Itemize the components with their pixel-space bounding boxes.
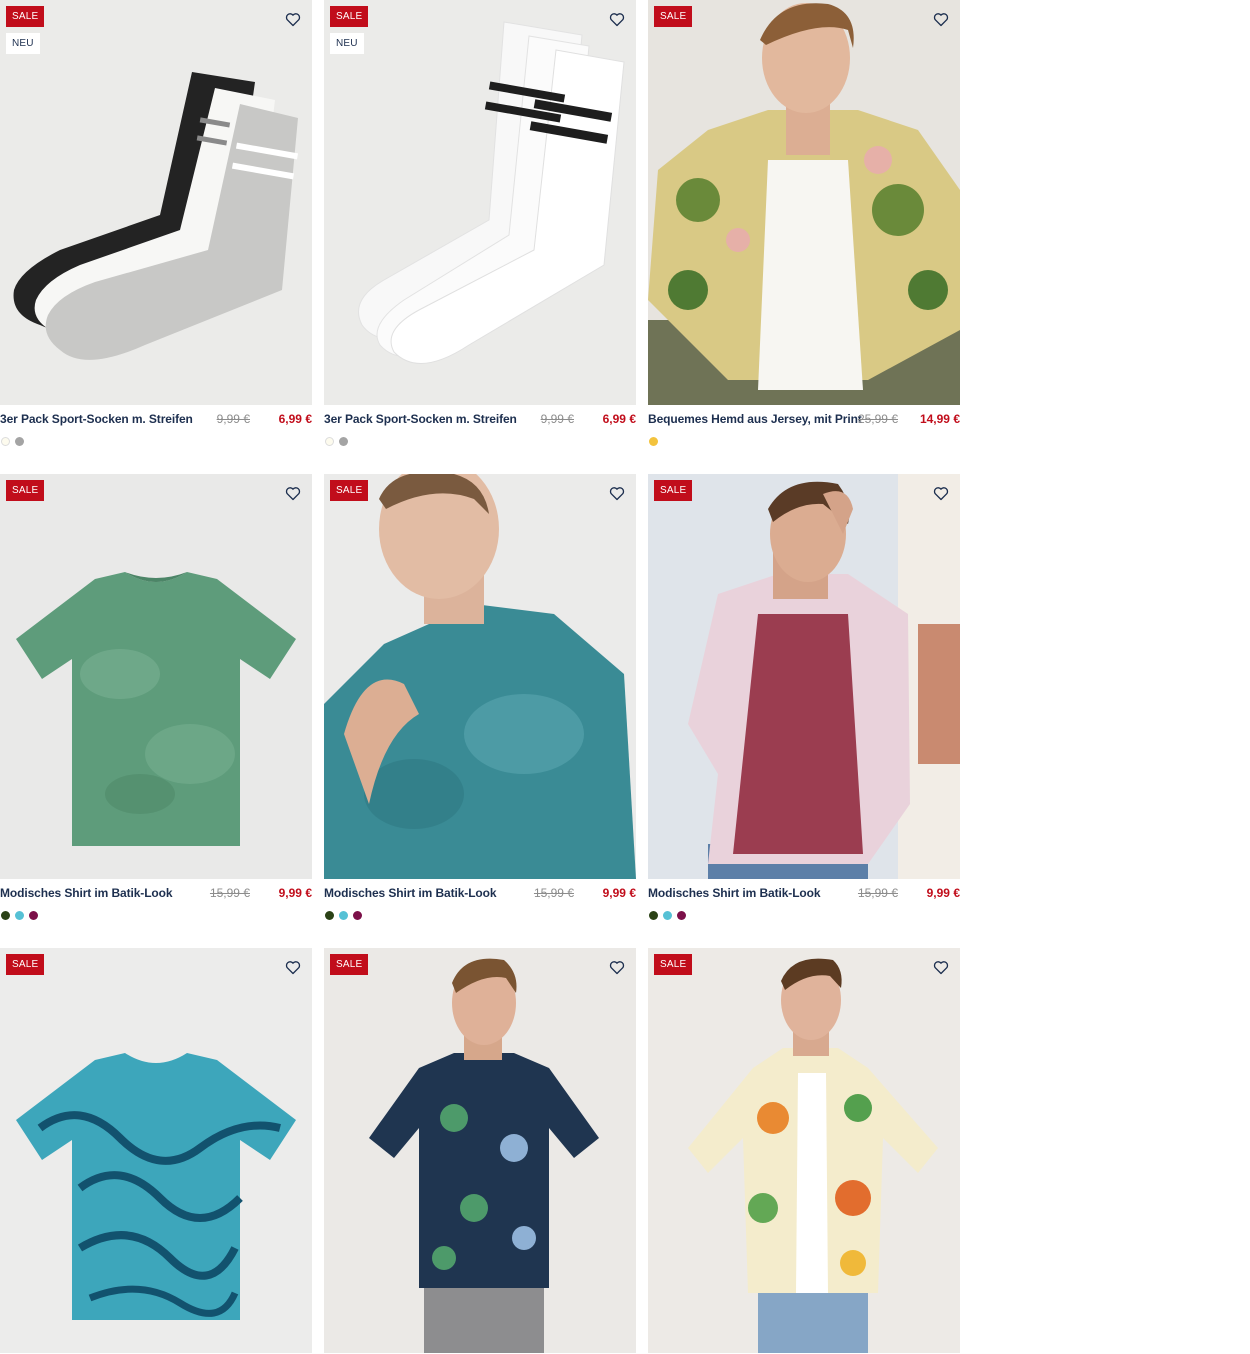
sale-badge: SALE [6, 6, 45, 27]
wishlist-heart-icon[interactable] [930, 956, 952, 978]
product-photo-model [648, 474, 960, 879]
product-card[interactable]: SALE [324, 948, 636, 1354]
product-photo-model [324, 948, 636, 1353]
old-price: 15,99 € [209, 886, 250, 900]
color-swatch[interactable] [1, 437, 10, 446]
wishlist-heart-icon[interactable] [282, 956, 304, 978]
product-title[interactable]: Bequemes Hemd aus Jersey, mit Print [648, 412, 862, 426]
product-card[interactable]: SALE [0, 948, 312, 1354]
wishlist-heart-icon[interactable] [606, 956, 628, 978]
product-grid: SALE NEU 3er Pack Sport-Socken m. Streif… [0, 0, 960, 1354]
sale-badge: SALE [330, 954, 369, 975]
sale-badge: SALE [6, 480, 45, 501]
product-photo-tshirt [0, 474, 312, 879]
color-swatches [0, 437, 312, 446]
new-badge: NEU [6, 33, 40, 54]
color-swatch[interactable] [325, 911, 334, 920]
color-swatch[interactable] [677, 911, 686, 920]
color-swatches [324, 911, 636, 920]
product-title[interactable]: 3er Pack Sport-Socken m. Streifen [324, 412, 517, 426]
sale-badge: SALE [654, 6, 693, 27]
color-swatches [648, 437, 960, 446]
product-image[interactable]: SALE [0, 948, 312, 1353]
product-title[interactable]: Modisches Shirt im Batik-Look [0, 886, 173, 900]
color-swatch[interactable] [649, 437, 658, 446]
color-swatch[interactable] [663, 911, 672, 920]
sale-price: 9,99 € [602, 886, 636, 900]
color-swatches [0, 911, 312, 920]
product-image[interactable]: SALE [324, 474, 636, 879]
wishlist-heart-icon[interactable] [606, 8, 628, 30]
product-card[interactable]: SALE NEU 3er Pack Sport-Socken m. Streif… [324, 0, 636, 474]
product-title[interactable]: Modisches Shirt im Batik-Look [648, 886, 821, 900]
color-swatches [324, 437, 636, 446]
color-swatch[interactable] [15, 437, 24, 446]
product-photo-model [648, 0, 960, 405]
color-swatches [648, 911, 960, 920]
old-price: 9,99 € [216, 412, 250, 426]
product-image[interactable]: SALE [0, 474, 312, 879]
old-price: 9,99 € [540, 412, 574, 426]
product-photo-socks [0, 0, 312, 405]
color-swatch[interactable] [1, 911, 10, 920]
product-photo-socks [324, 0, 636, 405]
product-card[interactable]: SALE NEU 3er Pack Sport-Socken m. Streif… [0, 0, 312, 474]
old-price: 15,99 € [533, 886, 574, 900]
product-image[interactable]: SALE [648, 0, 960, 405]
product-card[interactable]: SALE Bequemes Hemd aus Jersey, mit Print… [648, 0, 960, 474]
sale-price: 6,99 € [278, 412, 312, 426]
color-swatch[interactable] [325, 437, 334, 446]
sale-price: 14,99 € [919, 412, 960, 426]
color-swatch[interactable] [339, 911, 348, 920]
sale-price: 9,99 € [278, 886, 312, 900]
sale-badge: SALE [330, 6, 369, 27]
product-title[interactable]: 3er Pack Sport-Socken m. Streifen [0, 412, 193, 426]
wishlist-heart-icon[interactable] [606, 482, 628, 504]
color-swatch[interactable] [353, 911, 362, 920]
color-swatch[interactable] [339, 437, 348, 446]
product-title[interactable]: Modisches Shirt im Batik-Look [324, 886, 497, 900]
product-photo-model [324, 474, 636, 879]
product-image[interactable]: SALE [648, 948, 960, 1353]
sale-price: 9,99 € [926, 886, 960, 900]
product-photo-model [648, 948, 960, 1353]
product-image[interactable]: SALE [324, 948, 636, 1353]
wishlist-heart-icon[interactable] [282, 8, 304, 30]
product-image[interactable]: SALE NEU [324, 0, 636, 405]
old-price: 15,99 € [857, 886, 898, 900]
color-swatch[interactable] [15, 911, 24, 920]
product-card[interactable]: SALE Modisches Shirt im Batik-Look 15,99… [648, 474, 960, 948]
product-card[interactable]: SALE [648, 948, 960, 1354]
product-image[interactable]: SALE NEU [0, 0, 312, 405]
color-swatch[interactable] [649, 911, 658, 920]
product-image[interactable]: SALE [648, 474, 960, 879]
product-photo-tshirt [0, 948, 312, 1353]
sale-badge: SALE [330, 480, 369, 501]
color-swatch[interactable] [29, 911, 38, 920]
sale-badge: SALE [6, 954, 45, 975]
wishlist-heart-icon[interactable] [930, 482, 952, 504]
new-badge: NEU [330, 33, 364, 54]
old-price: 25,99 € [857, 412, 898, 426]
product-card[interactable]: SALE Modisches Shirt im Batik-Look 15,99… [0, 474, 312, 948]
sale-badge: SALE [654, 954, 693, 975]
wishlist-heart-icon[interactable] [930, 8, 952, 30]
wishlist-heart-icon[interactable] [282, 482, 304, 504]
sale-badge: SALE [654, 480, 693, 501]
product-card[interactable]: SALE Modisches Shirt im Batik-Look 15,99… [324, 474, 636, 948]
sale-price: 6,99 € [602, 412, 636, 426]
